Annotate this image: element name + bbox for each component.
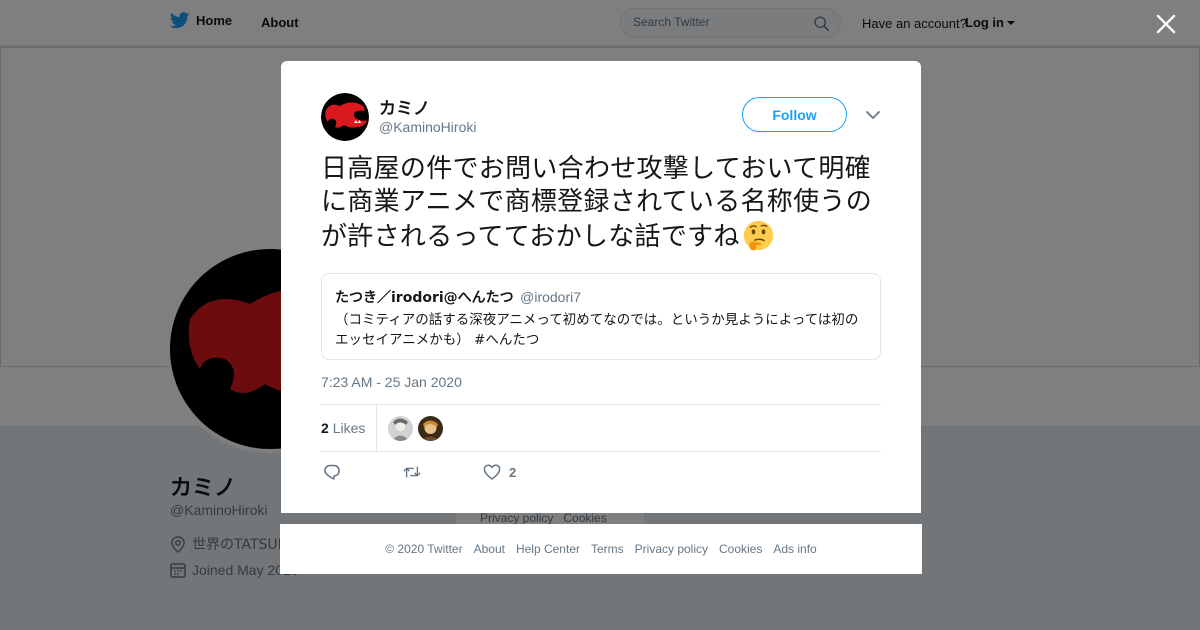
chevron-down-icon[interactable]: [865, 109, 881, 121]
retweet-icon: [403, 466, 421, 478]
retweet-button[interactable]: [403, 463, 421, 481]
tweet-timestamp[interactable]: 7:23 AM - 25 Jan 2020: [321, 374, 462, 390]
reply-button[interactable]: [323, 463, 341, 481]
quoted-tweet-text: （コミティアの話する深夜アニメって初めてなのでは。というか見ようによっては初のエ…: [335, 312, 859, 348]
footer-about-link[interactable]: About: [474, 542, 505, 556]
likes-count[interactable]: 2 Likes: [321, 420, 365, 436]
modal-footer: © 2020 Twitter About Help Center Terms P…: [280, 524, 922, 574]
tweet-author-name[interactable]: カミノ: [379, 94, 430, 119]
footer-cookies-link[interactable]: Cookies: [719, 542, 762, 556]
liker-avatar[interactable]: [418, 416, 443, 441]
likes-count-number: 2: [321, 420, 329, 436]
tweet-modal: カミノ @KaminoHiroki Follow 日高屋の件でお問い合わせ攻撃し…: [281, 61, 921, 513]
quoted-author-handle: @irodori7: [520, 289, 582, 305]
liker-avatar-image: [418, 416, 443, 441]
tweet-actions: 2: [321, 463, 621, 483]
liker-avatar-image: [388, 416, 413, 441]
footer-privacy-link[interactable]: Privacy policy: [635, 542, 708, 556]
footer-copyright: © 2020 Twitter: [385, 542, 463, 556]
quoted-tweet[interactable]: たつき／irodori@へんたつ @irodori7 （コミティアの話する深夜ア…: [321, 273, 881, 360]
follow-button[interactable]: Follow: [742, 97, 847, 132]
heart-icon: [483, 464, 501, 480]
quoted-tweet-header: たつき／irodori@へんたつ @irodori7: [335, 287, 867, 308]
tweet-author-avatar[interactable]: [321, 93, 369, 141]
likes-count-label: Likes: [332, 420, 366, 436]
quoted-author-name: たつき／irodori@へんたつ: [335, 290, 514, 306]
footer-ads-info-link[interactable]: Ads info: [773, 542, 816, 556]
thinking-face-emoji: [743, 220, 773, 251]
tweet-author-handle[interactable]: @KaminoHiroki: [379, 119, 476, 135]
tweet-stats: 2 Likes: [321, 404, 881, 452]
tweet-text: 日高屋の件でお問い合わせ攻撃しておいて明確に商業アニメで商標登録されている名称使…: [321, 153, 886, 254]
liker-avatar[interactable]: [388, 416, 413, 441]
like-button[interactable]: 2: [483, 463, 516, 481]
red-dragon-logo-icon: [321, 93, 369, 141]
like-count: 2: [509, 464, 517, 480]
reply-icon: [324, 464, 340, 480]
footer-help-center-link[interactable]: Help Center: [516, 542, 580, 556]
close-icon[interactable]: [1155, 13, 1177, 35]
stats-divider: [376, 405, 377, 451]
footer-terms-link[interactable]: Terms: [591, 542, 624, 556]
tweet-text-body: 日高屋の件でお問い合わせ攻撃しておいて明確に商業アニメで商標登録されている名称使…: [321, 154, 873, 252]
